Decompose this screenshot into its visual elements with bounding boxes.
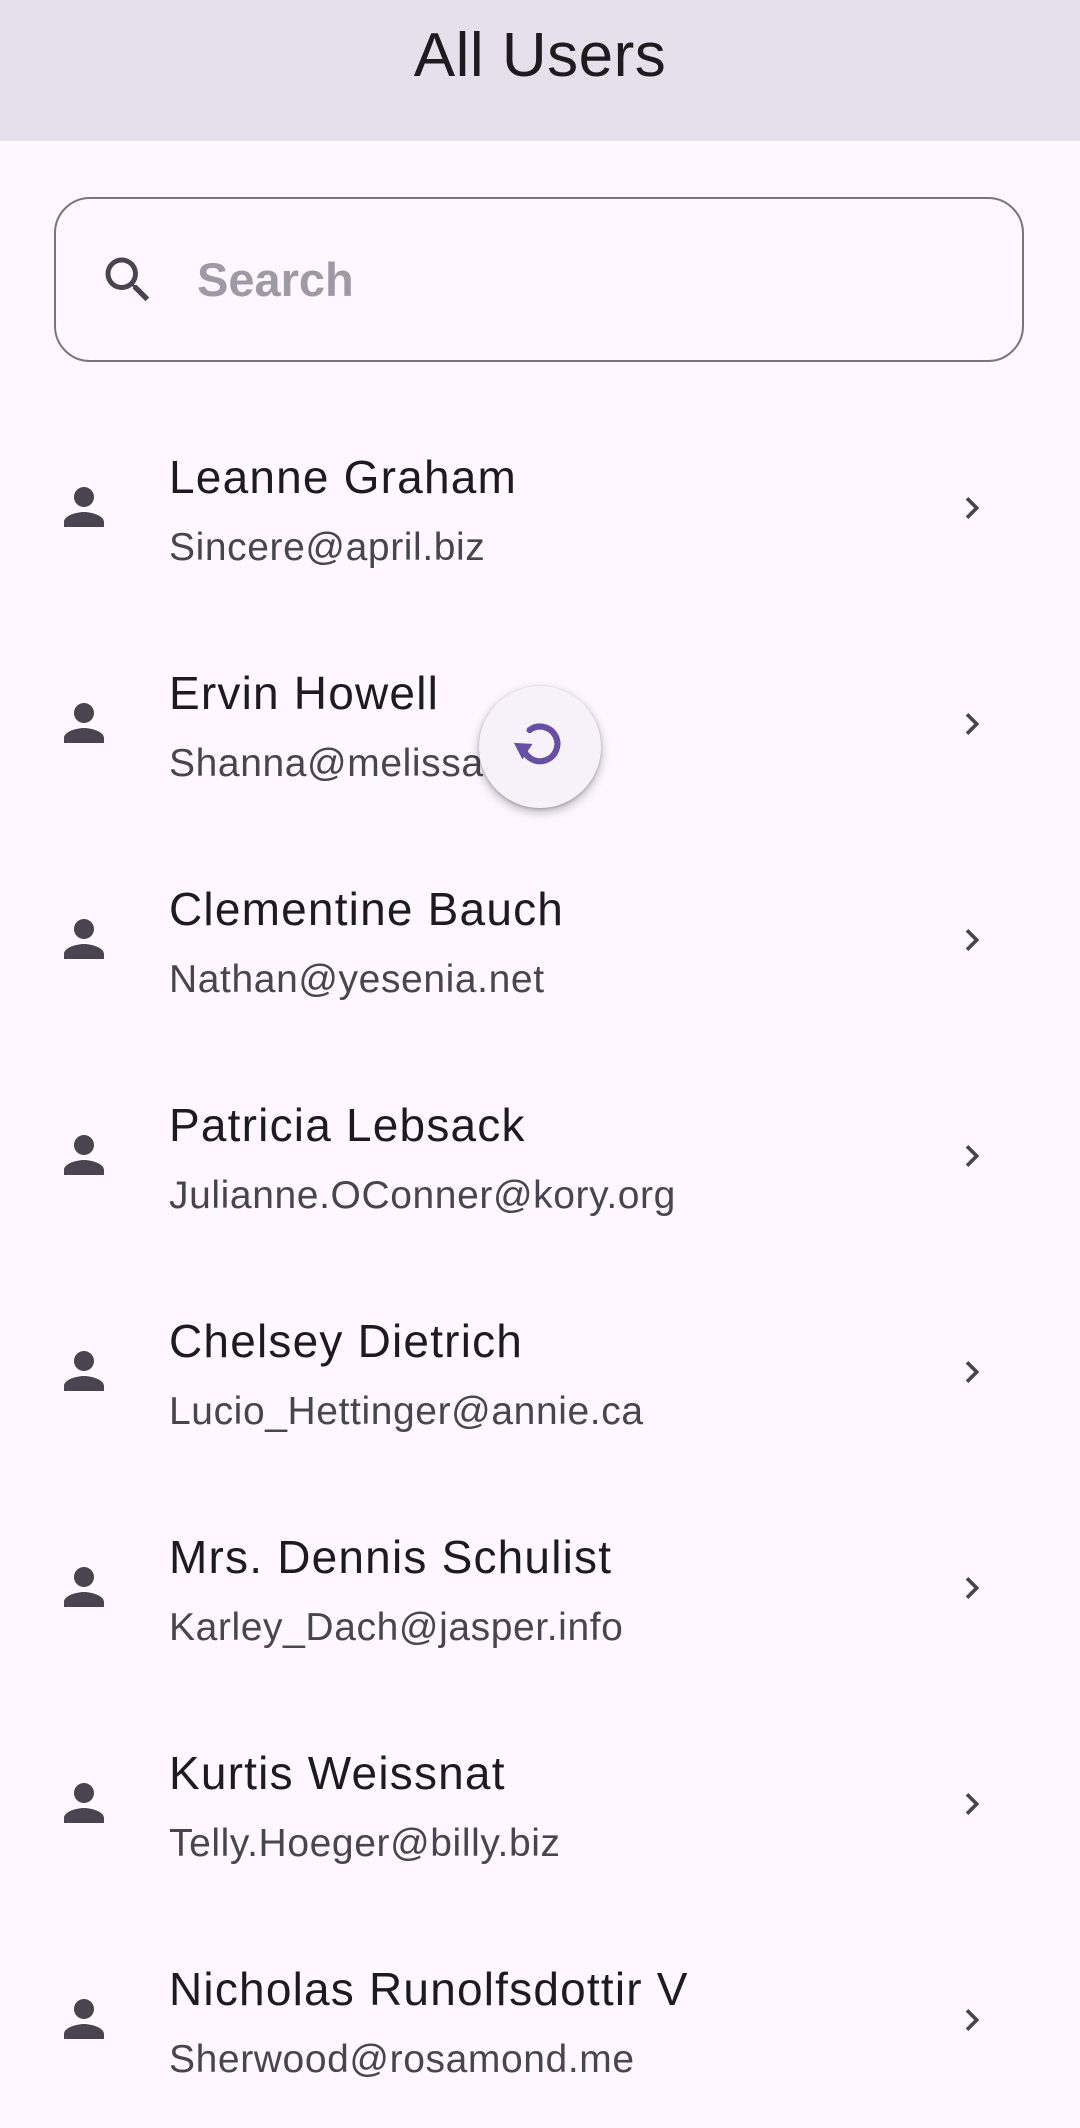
chevron-right-icon [950,1782,994,1826]
user-list-item[interactable]: Chelsey Dietrich Lucio_Hettinger@annie.c… [0,1264,1080,1480]
user-email: Shanna@melissa.tv [169,742,527,785]
user-email: Julianne.OConner@kory.org [169,1174,676,1217]
person-icon [54,1989,114,2049]
chevron-right-icon [950,1350,994,1394]
person-icon [54,909,114,969]
user-name: Patricia Lebsack [169,1099,526,1151]
user-list-item[interactable]: Kurtis Weissnat Telly.Hoeger@billy.biz [0,1696,1080,1912]
user-email: Karley_Dach@jasper.info [169,1606,624,1649]
user-email: Lucio_Hettinger@annie.ca [169,1390,644,1433]
user-name: Leanne Graham [169,451,518,503]
user-list-item[interactable]: Mrs. Dennis Schulist Karley_Dach@jasper.… [0,1480,1080,1696]
user-email: Nathan@yesenia.net [169,958,545,1001]
search-field[interactable] [54,197,1024,362]
chevron-right-icon [950,1998,994,2042]
user-name: Mrs. Dennis Schulist [169,1531,613,1583]
chevron-right-icon [950,1134,994,1178]
user-email: Sherwood@rosamond.me [169,2038,635,2081]
user-list-item[interactable]: Patricia Lebsack Julianne.OConner@kory.o… [0,1048,1080,1264]
user-list-item[interactable]: Leanne Graham Sincere@april.biz [0,400,1080,616]
search-input[interactable] [197,252,957,307]
person-icon [54,1557,114,1617]
user-name: Kurtis Weissnat [169,1747,506,1799]
person-icon [54,477,114,537]
person-icon [54,1341,114,1401]
user-email: Sincere@april.biz [169,526,486,569]
user-list-item[interactable]: Nicholas Runolfsdottir V Sherwood@rosamo… [0,1912,1080,2128]
person-icon [54,693,114,753]
user-list-item[interactable]: Clementine Bauch Nathan@yesenia.net [0,832,1080,1048]
chevron-right-icon [950,1566,994,1610]
user-name: Chelsey Dietrich [169,1315,524,1367]
user-name: Clementine Bauch [169,883,565,935]
page-title: All Users [413,20,667,90]
refresh-indicator [479,686,601,808]
app-bar: All Users [0,0,1080,141]
user-name: Ervin Howell [169,667,440,719]
search-icon [94,246,162,314]
chevron-right-icon [950,486,994,530]
refresh-icon [508,713,572,782]
user-name: Nicholas Runolfsdottir V [169,1963,689,2015]
user-email: Telly.Hoeger@billy.biz [169,1822,561,1865]
person-icon [54,1773,114,1833]
user-list: Leanne Graham Sincere@april.biz Ervin Ho… [0,400,1080,2128]
chevron-right-icon [950,702,994,746]
chevron-right-icon [950,918,994,962]
person-icon [54,1125,114,1185]
